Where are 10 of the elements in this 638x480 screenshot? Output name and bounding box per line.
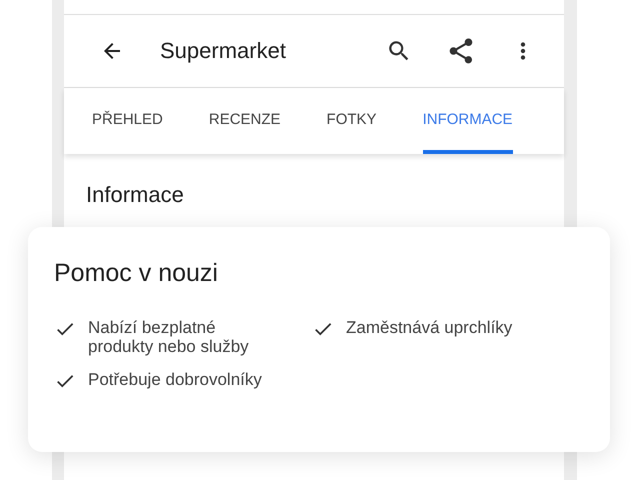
app-bar-title: Supermarket [160,38,287,64]
attribute-text: Nabízí bezplatné produkty nebo služby [88,318,250,356]
tab[interactable]: RECENZE [208,88,305,154]
tab[interactable]: FOTKY [326,88,401,154]
attribute-text: Zaměstnává uprchlíky [346,318,514,337]
tab[interactable]: INFORMACE [422,88,513,154]
attribute-text: Potřebuje dobrovolníky [88,370,263,389]
tab[interactable]: PŘEHLED [92,88,187,154]
card-title: Pomoc v nouzi [54,259,219,288]
section-heading: Informace [86,182,184,207]
